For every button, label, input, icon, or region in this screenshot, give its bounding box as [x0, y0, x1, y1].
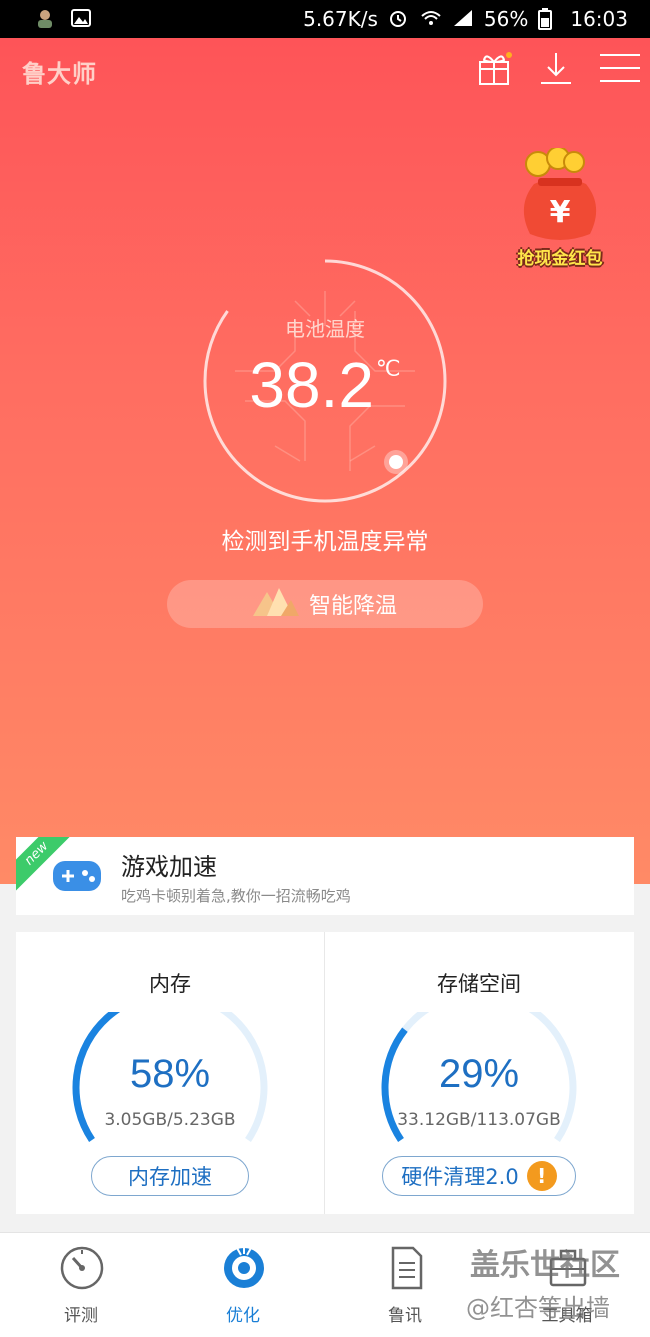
app-logo: 鲁大师: [22, 60, 97, 88]
hardware-clean-button[interactable]: 硬件清理2.0 !: [382, 1156, 576, 1196]
storage-percent: 29%: [438, 1052, 520, 1096]
signal-icon: [452, 8, 474, 30]
status-bar: 5.67K/s 56% 16:03: [0, 0, 650, 38]
game-boost-card[interactable]: new 游戏加速 吃鸡卡顿别着急,教你一招流畅吃鸡: [16, 837, 634, 915]
tab-optimize[interactable]: 优化: [162, 1233, 324, 1337]
gamepad-icon: [52, 855, 102, 899]
battery-temp-value: 38.2℃: [249, 349, 401, 421]
temp-unit: ℃: [375, 356, 401, 381]
resource-stats-card: 内存 58% 3.05GB/5.23GB 内存加速 存储空间 29% 33.12…: [16, 932, 634, 1214]
tab-news[interactable]: 鲁讯: [324, 1233, 486, 1337]
smart-cooling-label: 智能降温: [308, 594, 397, 619]
memory-boost-label: 内存加速: [128, 1165, 212, 1189]
memory-percent: 58%: [129, 1052, 211, 1096]
battery-temp-label: 电池温度: [285, 317, 365, 341]
memory-title: 内存: [149, 972, 191, 996]
memory-boost-button[interactable]: 内存加速: [91, 1156, 249, 1196]
hero-section: 鲁大师 ¥ 抢现金红包 电池温度 38.2℃ 检测到手机温度异常 智能降温: [0, 38, 650, 884]
svg-text:¥: ¥: [550, 195, 571, 230]
memory-usage: 3.05GB/5.23GB: [104, 1110, 236, 1130]
watermark-author: @红杏等出墙: [466, 1294, 610, 1322]
hardware-clean-label: 硬件清理2.0: [401, 1165, 519, 1189]
game-boost-subtitle: 吃鸡卡顿别着急,教你一招流畅吃鸡: [121, 887, 351, 905]
upgrade-icon: !: [526, 1161, 557, 1191]
document-icon: [391, 1246, 423, 1290]
tab-evaluate[interactable]: 评测: [0, 1233, 162, 1337]
redpacket-label: 抢现金红包: [517, 249, 603, 269]
game-boost-title: 游戏加速: [121, 853, 217, 881]
clock-time: 16:03: [570, 7, 628, 31]
avatar-notification-icon: [34, 7, 56, 29]
cash-redpacket-promo[interactable]: ¥ 抢现金红包: [508, 146, 612, 278]
storage-usage: 33.12GB/113.07GB: [397, 1110, 561, 1130]
battery-icon: [538, 8, 560, 30]
battery-percent: 56%: [483, 7, 529, 31]
tab-optimize-label: 优化: [226, 1306, 260, 1326]
money-bag-icon: ¥: [523, 146, 597, 240]
gift-icon[interactable]: [476, 50, 512, 86]
optimize-icon: [224, 1247, 264, 1288]
storage-panel: 存储空间 29% 33.12GB/113.07GB 硬件清理2.0 !: [325, 932, 633, 1214]
speedometer-icon: [60, 1246, 104, 1290]
memory-panel: 内存 58% 3.05GB/5.23GB 内存加速: [16, 932, 324, 1214]
mountain-icon: [252, 586, 299, 622]
temperature-alert: 检测到手机温度异常: [221, 529, 429, 555]
smart-cooling-button[interactable]: 智能降温: [167, 580, 483, 628]
download-icon[interactable]: [538, 50, 574, 86]
wifi-icon: [420, 8, 442, 30]
network-speed: 5.67K/s: [303, 7, 378, 31]
storage-title: 存储空间: [437, 972, 521, 996]
alarm-icon: [388, 8, 410, 30]
tab-news-label: 鲁讯: [388, 1306, 422, 1326]
tab-evaluate-label: 评测: [64, 1306, 98, 1326]
watermark-community: 盖乐世社区: [470, 1248, 620, 1283]
menu-icon[interactable]: [600, 50, 640, 86]
image-notification-icon: [70, 7, 92, 29]
